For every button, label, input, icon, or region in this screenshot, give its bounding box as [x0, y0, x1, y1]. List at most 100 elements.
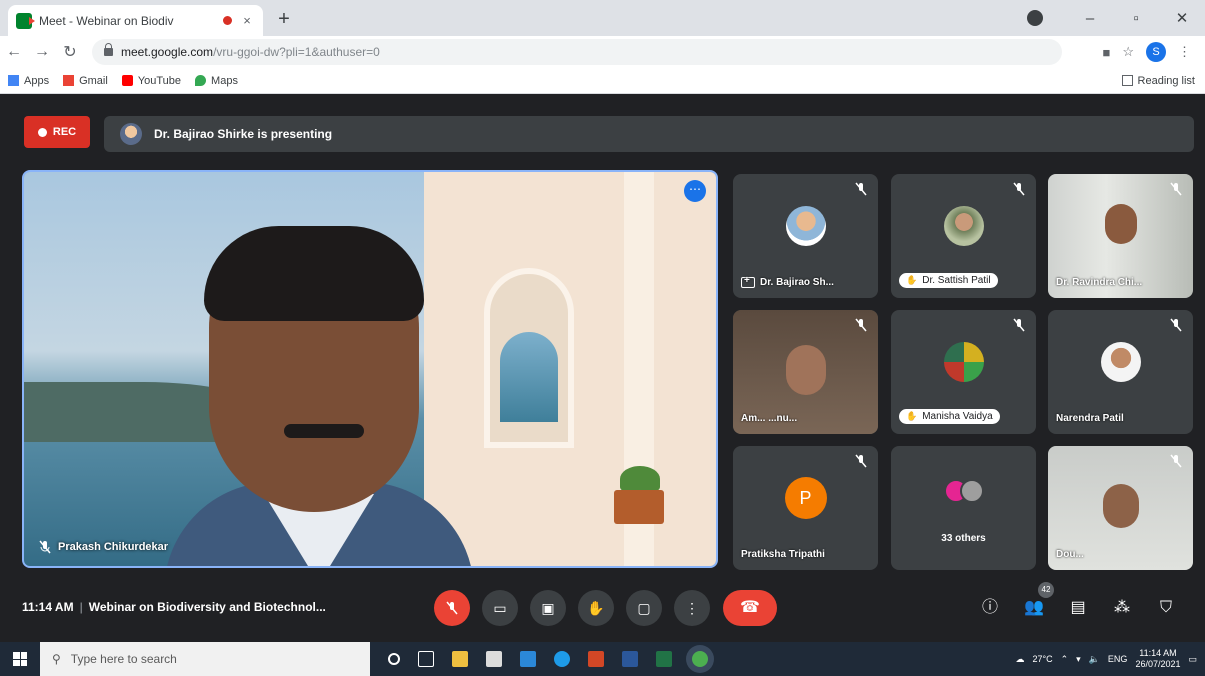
reading-list[interactable]: Reading list	[1121, 75, 1205, 87]
maps-pin-icon	[195, 75, 207, 86]
tab-close-button[interactable]: ×	[239, 13, 255, 28]
mic-off-icon	[855, 182, 867, 196]
activities-button[interactable]: ⁂	[1110, 596, 1134, 620]
mic-off-icon	[1170, 318, 1182, 332]
participant-tile[interactable]: Am... ...nu...	[733, 310, 878, 434]
network-icon[interactable]: ▾	[1076, 654, 1081, 665]
forward-arrow-icon[interactable]: →	[28, 43, 56, 61]
file-explorer-icon[interactable]	[452, 651, 468, 667]
participant-tile[interactable]: Dou...	[1048, 446, 1193, 570]
tray-chevron-icon[interactable]: ⌃	[1061, 654, 1069, 665]
present-now-button[interactable]: ▢	[626, 590, 662, 626]
participant-face	[1104, 203, 1137, 244]
new-tab-button[interactable]: +	[272, 8, 296, 32]
task-view-icon[interactable]	[418, 651, 434, 667]
presenting-text: Dr. Bajirao Shirke is presenting	[154, 127, 333, 141]
speaker-hair	[204, 226, 424, 321]
more-options-button[interactable]: ⋮	[674, 590, 710, 626]
participant-name: Pratiksha Tripathi	[741, 549, 825, 560]
taskbar-search[interactable]: ⚲ Type here to search	[40, 642, 370, 676]
back-arrow-icon[interactable]: ←	[0, 43, 28, 61]
mail-icon[interactable]	[520, 651, 536, 667]
profile-avatar[interactable]: S	[1146, 42, 1166, 62]
bookmark-gmail[interactable]: Gmail	[63, 75, 108, 87]
captions-button[interactable]: ▣	[530, 590, 566, 626]
browser-tab-meet[interactable]: Meet - Webinar on Biodiv ×	[8, 5, 263, 36]
others-tile[interactable]: 33 others	[891, 446, 1036, 570]
system-tray: ☁ 27°C ⌃ ▾ 🔈 ENG 11:14 AM 26/07/2021 ▭	[1016, 642, 1197, 676]
meeting-time: 11:14 AM	[22, 600, 74, 614]
language-indicator[interactable]: ENG	[1108, 654, 1128, 664]
browser-tab-bar: Meet - Webinar on Biodiv × + – ▫ ✕	[0, 0, 1205, 36]
participant-avatar	[943, 206, 984, 247]
volume-icon[interactable]: 🔈	[1089, 654, 1100, 665]
video-background-window	[500, 332, 558, 422]
participant-name: ✋ Manisha Vaidya	[899, 409, 1000, 424]
close-window-button[interactable]: ✕	[1159, 9, 1205, 27]
excel-icon[interactable]	[656, 651, 672, 667]
participant-name: Am... ...nu...	[741, 413, 798, 424]
address-bar[interactable]: meet.google.com/vru-ggoi-dw?pli=1&authus…	[92, 39, 1062, 65]
chat-button[interactable]: ▤	[1066, 596, 1090, 620]
microphone-toggle-button[interactable]	[434, 590, 470, 626]
host-controls-button[interactable]: ⛉	[1154, 596, 1178, 620]
participant-tile[interactable]: Dr. Bajirao Sh...	[733, 174, 878, 298]
chrome-icon[interactable]	[692, 651, 708, 667]
participant-name: Dou...	[1056, 549, 1084, 560]
tile-more-options-button[interactable]: ⋯	[684, 180, 706, 202]
camera-toggle-button[interactable]: ▭	[482, 590, 518, 626]
leave-call-button[interactable]: ☎	[723, 590, 777, 626]
bookmark-maps[interactable]: Maps	[195, 75, 238, 87]
bookmark-apps[interactable]: Apps	[8, 75, 49, 87]
plant-leaves	[620, 466, 660, 492]
meeting-details-button[interactable]: ⓘ	[978, 596, 1002, 620]
weather-icon[interactable]: ☁	[1016, 654, 1025, 665]
participant-name: Narendra Patil	[1056, 413, 1124, 424]
tab-search-icon[interactable]	[1027, 10, 1043, 26]
participant-name: ✋ Dr. Sattish Patil	[899, 273, 998, 288]
browser-toolbar: ← → ↻ meet.google.com/vru-ggoi-dw?pli=1&…	[0, 36, 1205, 68]
participant-tile[interactable]: P Pratiksha Tripathi	[733, 446, 878, 570]
participant-name: Dr. Bajirao Sh...	[741, 275, 834, 288]
raise-hand-button[interactable]: ✋	[578, 590, 614, 626]
url-host: meet.google.com	[121, 45, 214, 59]
start-button[interactable]	[0, 642, 40, 676]
store-icon[interactable]	[486, 651, 502, 667]
bookmark-star-icon[interactable]: ☆	[1122, 44, 1134, 60]
search-placeholder: Type here to search	[70, 652, 177, 666]
browser-menu-icon[interactable]: ⋮	[1178, 44, 1191, 60]
mic-off-icon	[1170, 182, 1182, 196]
weather-temp[interactable]: 27°C	[1033, 654, 1053, 664]
camera-permission-icon[interactable]: ■	[1102, 45, 1110, 60]
others-avatar-stack	[943, 478, 984, 503]
tab-title: Meet - Webinar on Biodiv	[39, 13, 174, 28]
powerpoint-icon[interactable]	[588, 651, 604, 667]
mic-off-icon	[39, 540, 51, 554]
raised-hand-icon: ✋	[906, 275, 918, 285]
notifications-icon[interactable]: ▭	[1188, 654, 1197, 665]
mic-off-icon	[446, 601, 458, 615]
main-speaker-video[interactable]: ⋯ Prakash Chikurdekar	[22, 170, 718, 568]
clock[interactable]: 11:14 AM 26/07/2021	[1135, 648, 1180, 670]
edge-icon[interactable]	[554, 651, 570, 667]
recording-badge[interactable]: REC	[24, 116, 90, 148]
bookmark-youtube[interactable]: YouTube	[121, 75, 181, 87]
cortana-icon[interactable]	[388, 653, 400, 665]
participant-tile[interactable]: Dr. Ravindra Chi...	[1048, 174, 1193, 298]
participant-tile[interactable]: ✋ Manisha Vaidya	[891, 310, 1036, 434]
reload-icon[interactable]: ↻	[56, 42, 84, 62]
people-count-badge: 42	[1038, 582, 1054, 598]
participant-tile[interactable]: ✋ Dr. Sattish Patil	[891, 174, 1036, 298]
lock-icon[interactable]	[104, 43, 113, 56]
participant-tile[interactable]: Narendra Patil	[1048, 310, 1193, 434]
word-icon[interactable]	[622, 651, 638, 667]
apps-grid-icon	[8, 75, 19, 86]
chat-icon: ▤	[1070, 599, 1086, 616]
maximize-button[interactable]: ▫	[1113, 10, 1159, 27]
people-button[interactable]: 👥	[1022, 596, 1046, 620]
meet-favicon-icon	[16, 12, 35, 29]
people-icon: 👥	[1024, 599, 1044, 616]
minimize-button[interactable]: –	[1067, 10, 1113, 27]
meeting-title[interactable]: Webinar on Biodiversity and Biotechnol..…	[89, 600, 326, 614]
windows-taskbar: ⚲ Type here to search ☁ 27°C ⌃ ▾ 🔈 ENG 1…	[0, 642, 1205, 676]
